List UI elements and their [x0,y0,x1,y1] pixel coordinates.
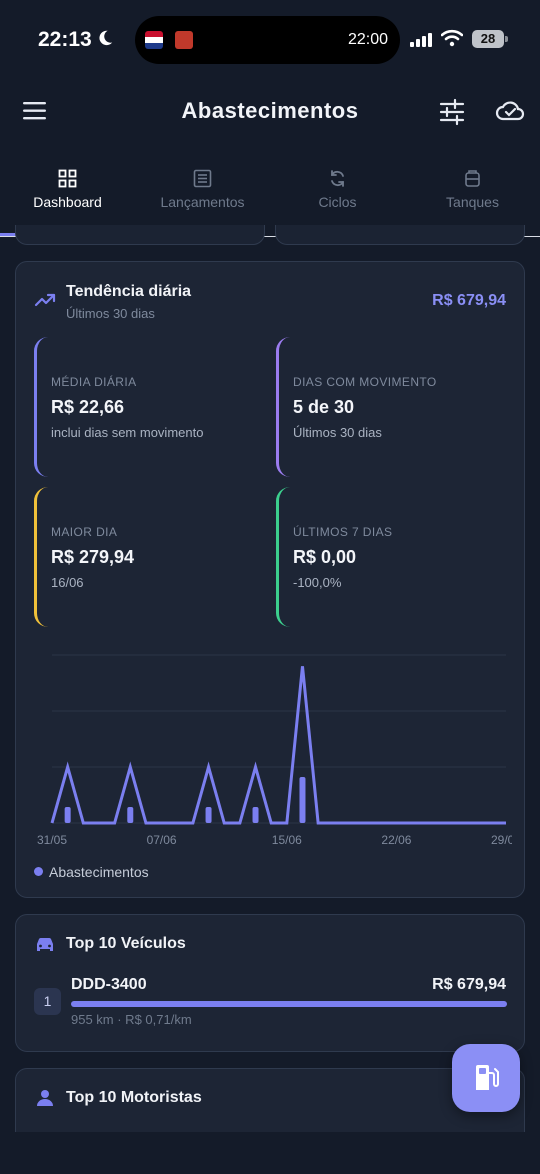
tab-label: Dashboard [33,194,102,210]
tab-label: Ciclos [318,194,357,210]
rank-badge: 1 [34,988,61,1015]
stat-value: R$ 0,00 [293,547,357,567]
x-tick-label: 22/06 [381,833,411,847]
vehicle-value: R$ 679,94 [432,976,506,993]
tab-label: Lançamentos [160,194,245,210]
trending-up-icon [34,293,56,307]
dynamic-island: 22:00 [135,16,400,64]
series-line [50,666,506,825]
stat-sub: Últimos 30 dias [293,425,382,440]
card-title: Top 10 Veículos [66,935,186,952]
cloud-check-icon[interactable] [495,98,525,124]
stat-daily-average: MÉDIA DIÁRIA R$ 22,66 inclui dias sem mo… [34,337,266,477]
vehicle-meta: 955 km · R$ 0,71/km [71,1012,192,1027]
stat-label: DIAS COM MOVIMENTO [293,375,437,389]
x-tick-label: 07/06 [147,833,177,847]
vehicle-plate[interactable]: DDD-3400 [71,976,147,994]
stat-value: 5 de 30 [293,397,355,417]
chart-bar [64,807,71,823]
card-total: R$ 679,94 [432,292,506,309]
battery-level: 28 [480,31,496,46]
stat-sub: -100,0% [293,575,342,590]
stat-value: R$ 22,66 [51,397,125,417]
daily-trend-card: Tendência diária Últimos 30 dias R$ 679,… [15,261,525,898]
user-icon [37,1090,53,1106]
car-icon [37,937,53,951]
top-vehicles-card: Top 10 Veículos 1 DDD-3400 R$ 679,94 955… [15,914,525,1052]
card-title: Top 10 Motoristas [66,1089,202,1106]
previous-card-edge [15,225,265,245]
previous-card-edge [275,225,525,245]
progress-track [71,1001,507,1007]
app-bar: Abastecimentos [0,80,540,144]
moon-icon [99,30,113,46]
fuel-pump-icon [476,1065,499,1090]
battery-icon: 28 [472,30,508,48]
chart-legend: Abastecimentos [34,864,149,880]
progress-fill [71,1001,507,1007]
stat-sub: 16/06 [51,575,84,590]
x-tick-label: 15/06 [272,833,302,847]
stat-biggest-day: MAIOR DIA R$ 279,94 16/06 [34,487,266,627]
chart-bar [127,807,134,823]
status-bar: 22:13 22:00 28 [0,0,540,80]
card-subtitle: Últimos 30 dias [66,306,155,321]
flag-icon [175,31,193,49]
legend-label: Abastecimentos [49,864,149,880]
island-time: 22:00 [347,31,388,48]
card-title: Tendência diária [66,283,192,300]
stat-value: R$ 279,94 [51,547,135,567]
chart-bar [205,807,212,823]
bottom-area [0,1132,540,1174]
stat-sub: inclui dias sem movimento [51,425,204,440]
tab-label: Tanques [446,194,499,210]
signal-icon [410,33,432,47]
stat-label: MAIOR DIA [51,525,118,539]
x-tick-label: 31/05 [37,833,67,847]
x-tick-label: 29/06 [491,833,512,847]
stat-label: MÉDIA DIÁRIA [51,375,137,389]
chart-bar [252,807,259,823]
refresh-icon [331,170,344,187]
dashboard-icon [58,169,77,188]
stat-label: ÚLTIMOS 7 DIAS [293,525,393,539]
tank-icon [465,170,480,187]
stat-days-with-activity: DIAS COM MOVIMENTO 5 de 30 Últimos 30 di… [276,337,508,477]
daily-trend-chart: 31/05 07/06 15/06 22/06 29/06 [37,654,512,847]
flag-icon [145,31,163,49]
status-time: 22:13 [38,28,92,51]
sliders-icon[interactable] [438,98,466,126]
stat-last-7-days: ÚLTIMOS 7 DIAS R$ 0,00 -100,0% [276,487,508,627]
wifi-icon [441,29,463,47]
add-fuel-button[interactable] [452,1044,520,1112]
list-icon [193,169,212,188]
chart-bar [299,777,306,823]
legend-swatch [34,867,43,876]
